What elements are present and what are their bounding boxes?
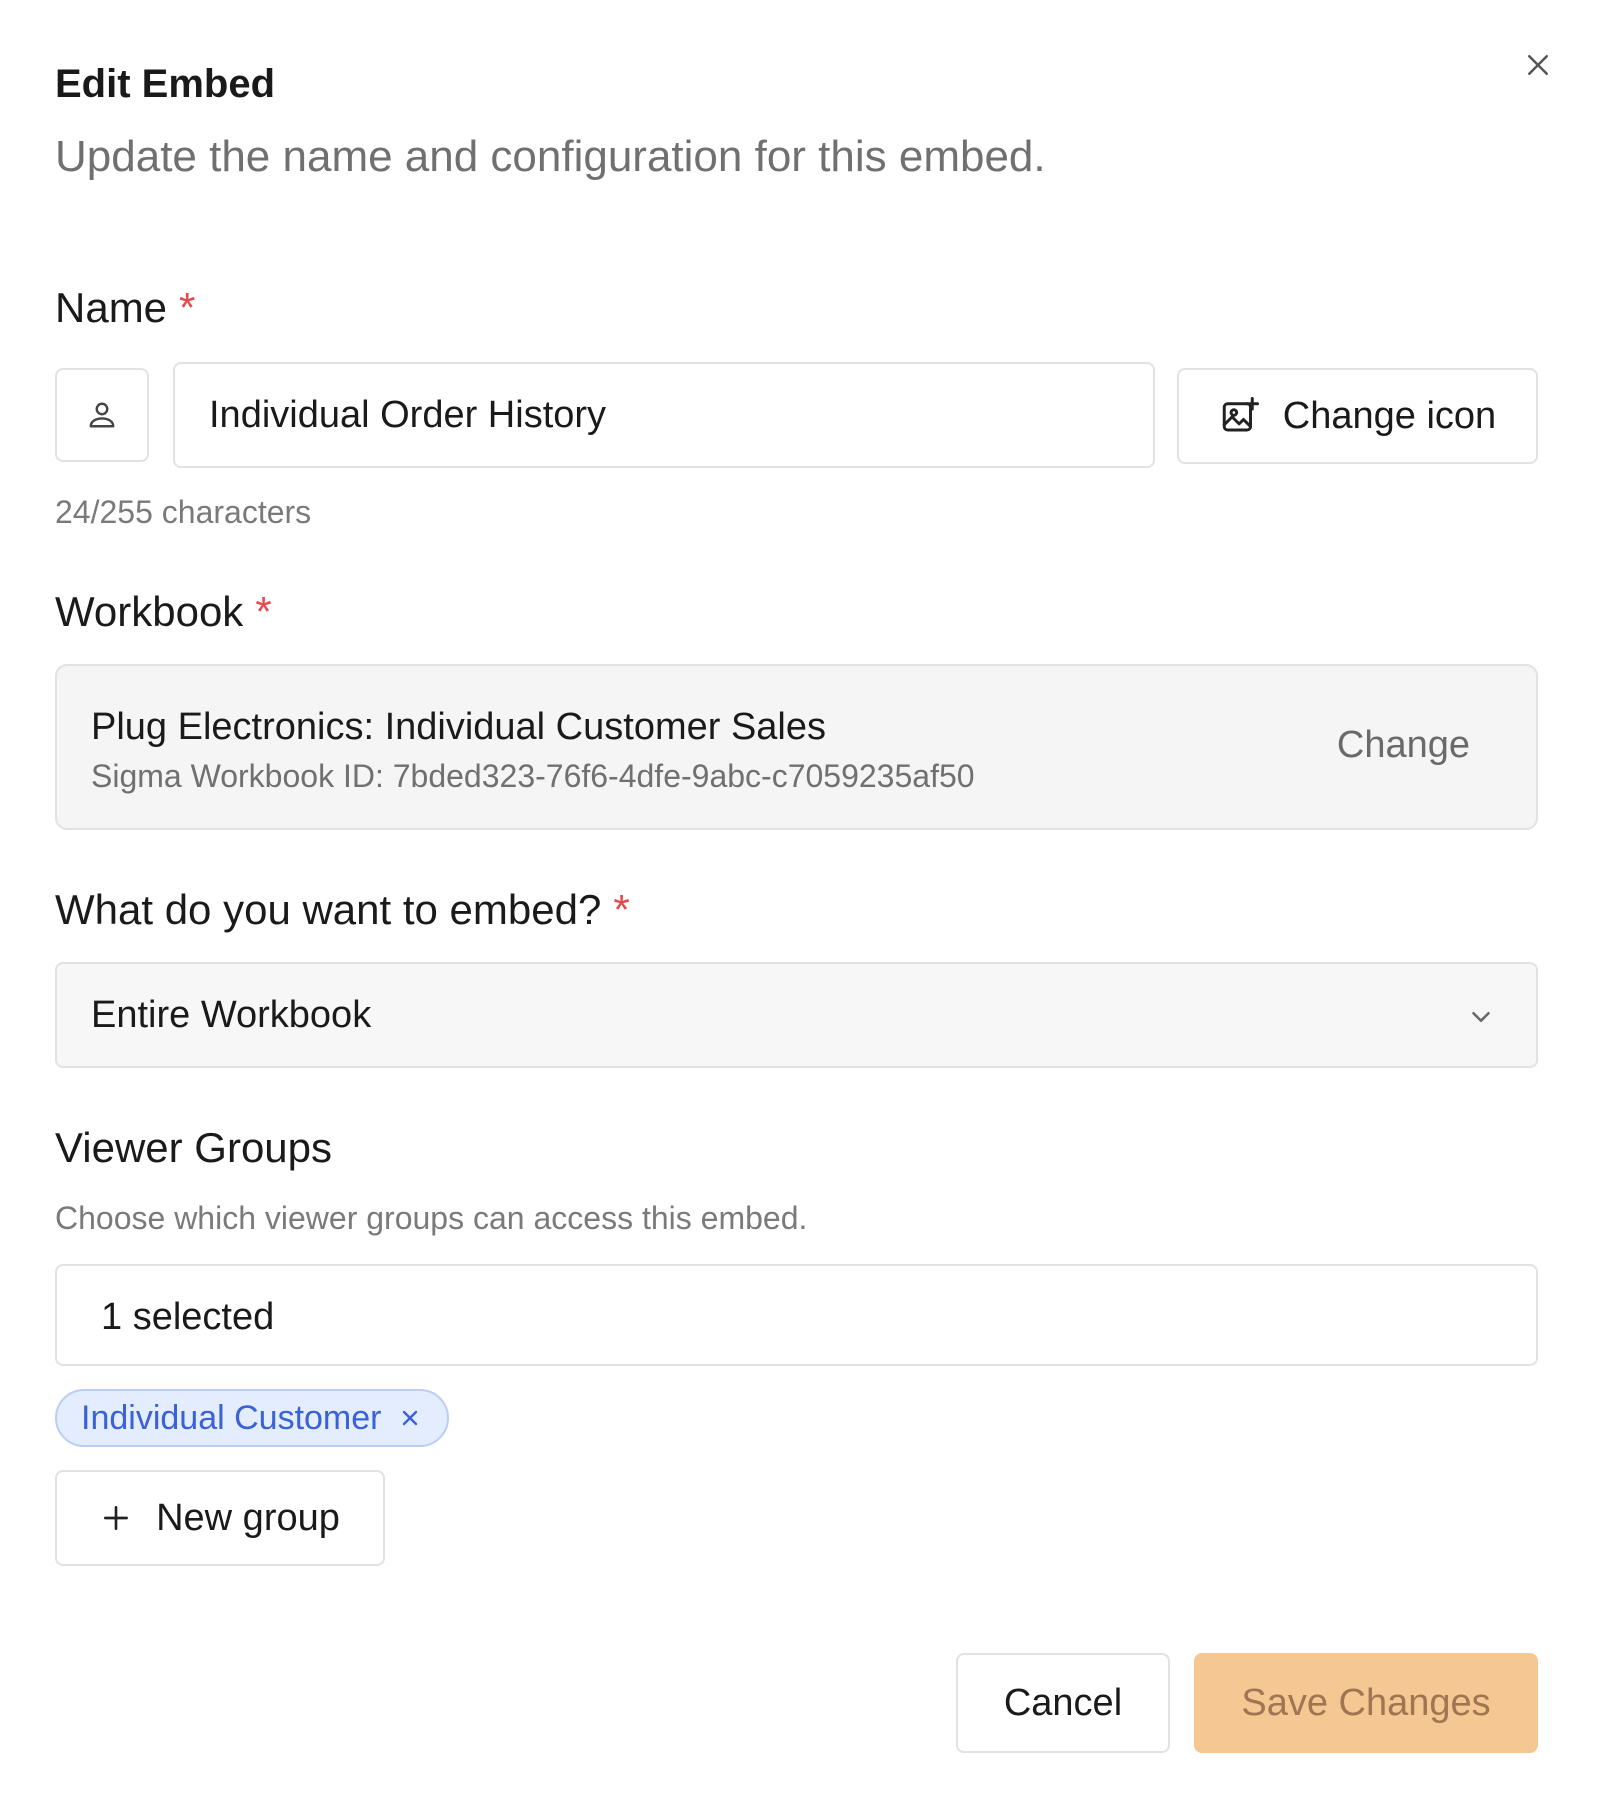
save-changes-button[interactable]: Save Changes: [1194, 1653, 1538, 1753]
embed-target-select[interactable]: Entire Workbook: [55, 962, 1538, 1068]
plus-icon: [104, 1506, 129, 1530]
name-label: Name *: [55, 284, 195, 332]
close-button[interactable]: [1518, 45, 1558, 85]
change-icon-button[interactable]: Change icon: [1177, 368, 1538, 464]
embed-icon-preview: [55, 368, 149, 462]
viewer-groups-label: Viewer Groups: [55, 1124, 333, 1171]
workbook-label: Workbook *: [55, 588, 272, 636]
new-group-label: New group: [156, 1496, 340, 1539]
name-input[interactable]: [173, 362, 1155, 468]
chip-label: Individual Customer: [81, 1398, 382, 1437]
viewer-groups-help: Choose which viewer groups can access th…: [55, 1200, 808, 1236]
viewer-group-chip: Individual Customer: [55, 1389, 450, 1447]
embed-target-label: What do you want to embed? *: [55, 886, 630, 934]
image-plus-icon: [1222, 397, 1259, 432]
change-icon-label: Change icon: [1282, 394, 1497, 437]
required-mark: *: [613, 886, 630, 933]
new-group-button[interactable]: New group: [55, 1470, 385, 1566]
required-mark: *: [255, 588, 272, 635]
workbook-name: Plug Electronics: Individual Customer Sa…: [91, 706, 827, 748]
edit-embed-dialog: Edit Embed Update the name and configura…: [0, 0, 1600, 1808]
chip-remove-button[interactable]: [397, 1405, 423, 1431]
change-workbook-button[interactable]: Change: [1337, 724, 1470, 767]
viewer-groups-select[interactable]: 1 selected: [55, 1264, 1538, 1366]
viewer-groups-summary: 1 selected: [101, 1296, 275, 1338]
dialog-title: Edit Embed: [55, 62, 276, 106]
embed-target-label-text: What do you want to embed?: [55, 886, 602, 933]
character-count: 24/255 characters: [55, 494, 312, 530]
workbook-card: Plug Electronics: Individual Customer Sa…: [55, 664, 1538, 830]
required-mark: *: [179, 284, 196, 331]
embed-target-value: Entire Workbook: [91, 994, 372, 1036]
workbook-id: Sigma Workbook ID: 7bded323-76f6-4dfe-9a…: [91, 758, 975, 794]
workbook-label-text: Workbook: [55, 588, 244, 635]
user-icon: [89, 402, 115, 428]
cancel-button[interactable]: Cancel: [956, 1653, 1170, 1753]
close-icon: [403, 1410, 418, 1426]
dialog-subtitle: Update the name and configuration for th…: [55, 132, 1046, 181]
close-icon: [1528, 55, 1548, 75]
name-label-text: Name: [55, 284, 168, 331]
chevron-down-icon: [1472, 1012, 1490, 1022]
